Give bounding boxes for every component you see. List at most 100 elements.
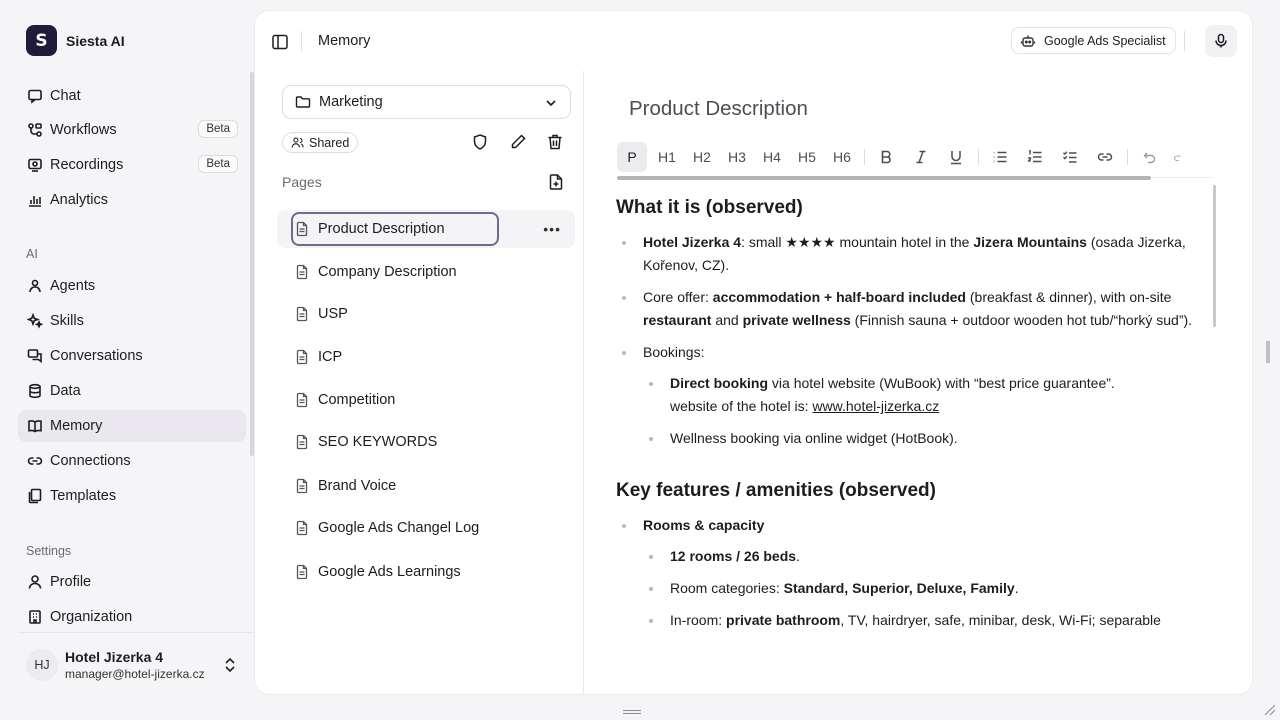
format-h1-button[interactable]: H1 — [652, 142, 682, 172]
sidebar-item-analytics[interactable]: Analytics — [18, 184, 246, 216]
redo-button[interactable] — [1169, 142, 1183, 172]
column-divider — [583, 71, 584, 694]
beta-badge: Beta — [198, 120, 238, 138]
trash-icon[interactable] — [546, 133, 564, 151]
section-heading: Key features / amenities (observed) — [616, 480, 936, 501]
hotel-website-link[interactable]: www.hotel-jizerka.cz — [812, 398, 939, 414]
page-item-google-ads-change-log[interactable]: Google Ads Changel Log — [277, 509, 575, 547]
sidebar-item-data[interactable]: Data — [18, 375, 246, 407]
sidebar-item-profile[interactable]: Profile — [18, 566, 246, 598]
sidebar-item-chat[interactable]: Chat — [18, 80, 246, 112]
templates-icon — [26, 487, 44, 505]
bullet-list-icon — [993, 151, 1007, 162]
numbered-list-button[interactable] — [1020, 142, 1050, 172]
page-item-seo-keywords[interactable]: SEO KEYWORDS — [277, 423, 575, 461]
sidebar-item-agents[interactable]: Agents — [18, 270, 246, 302]
page-item-icp[interactable]: ICP — [277, 338, 575, 376]
sidebar-item-label: Memory — [50, 418, 103, 434]
chat-icon — [26, 87, 44, 105]
italic-icon — [916, 150, 926, 163]
sidebar-item-label: Organization — [50, 609, 133, 625]
page-item-competition[interactable]: Competition — [277, 381, 575, 419]
conversations-icon — [26, 347, 44, 365]
editor-scrollbar[interactable] — [1213, 185, 1216, 327]
page-title: Memory — [318, 33, 371, 49]
underline-button[interactable] — [941, 142, 971, 172]
format-h4-button[interactable]: H4 — [757, 142, 787, 172]
analytics-icon — [26, 191, 44, 209]
list-item: Room categories: Standard, Superior, Del… — [643, 577, 1206, 600]
page-item-company-description[interactable]: Company Description — [277, 253, 575, 291]
editor-content[interactable]: What it is (observed) Hotel Jizerka 4: s… — [616, 195, 1206, 665]
document-icon — [294, 306, 310, 322]
sidebar-item-label: Profile — [50, 574, 92, 590]
toolbar-scrollbar[interactable] — [617, 176, 1151, 180]
shield-icon[interactable] — [471, 133, 489, 151]
document-icon — [294, 434, 310, 450]
page-name: Brand Voice — [318, 478, 397, 494]
link-icon — [1097, 152, 1113, 161]
chevron-down-icon — [546, 100, 556, 107]
page-name: Competition — [318, 392, 396, 408]
user-menu[interactable]: HJ Hotel Jizerka 4 manager@hotel-jizerka… — [18, 632, 254, 696]
bot-icon — [1020, 35, 1036, 47]
sidebar-item-label: Connections — [50, 453, 131, 469]
sidebar-item-label: Data — [50, 383, 81, 399]
sidebar-item-conversations[interactable]: Conversations — [18, 340, 246, 372]
sidebar-section-settings: Settings — [26, 544, 72, 558]
bullet-list-button[interactable] — [985, 142, 1015, 172]
microphone-button[interactable] — [1205, 25, 1237, 57]
agent-selector-button[interactable]: Google Ads Specialist — [1011, 27, 1176, 54]
page-item-brand-voice[interactable]: Brand Voice — [277, 467, 575, 505]
sidebar-item-label: Analytics — [50, 192, 109, 208]
window-resize-corner-icon[interactable] — [1262, 702, 1276, 716]
more-options-icon[interactable]: ••• — [543, 221, 561, 237]
document-title[interactable]: Product Description — [629, 97, 808, 121]
sidebar-toggle-icon[interactable] — [271, 33, 289, 51]
format-h6-button[interactable]: H6 — [827, 142, 857, 172]
brand[interactable]: S Siesta AI — [26, 25, 125, 56]
format-paragraph-button[interactable]: P — [617, 141, 647, 172]
sidebar-item-connections[interactable]: Connections — [18, 445, 246, 477]
sparkles-icon — [26, 312, 44, 330]
sidebar-item-skills[interactable]: Skills — [18, 305, 246, 337]
page-item-product-description[interactable]: Product Description ••• — [277, 210, 575, 248]
sidebar-item-recordings[interactable]: Recordings Beta — [18, 149, 246, 181]
checklist-button[interactable] — [1055, 142, 1085, 172]
page-item-usp[interactable]: USP — [277, 295, 575, 333]
list-item: Rooms & capacity 12 rooms / 26 beds. Roo… — [616, 514, 1206, 632]
redo-icon — [1174, 155, 1181, 161]
sidebar-item-label: Chat — [50, 88, 81, 104]
list-item: Core offer: accommodation + half-board i… — [616, 286, 1206, 332]
undo-button[interactable] — [1134, 142, 1164, 172]
building-icon — [26, 608, 44, 626]
recording-icon — [26, 156, 44, 174]
bottom-resize-handle[interactable] — [622, 709, 642, 715]
italic-button[interactable] — [906, 142, 936, 172]
shared-badge[interactable]: Shared — [282, 132, 359, 153]
sidebar-scrollbar[interactable] — [250, 72, 254, 456]
page-item-google-ads-learnings[interactable]: Google Ads Learnings — [277, 553, 575, 591]
folder-select[interactable]: Marketing — [282, 85, 571, 119]
sidebar-item-workflows[interactable]: Workflows Beta — [18, 114, 246, 146]
bold-button[interactable] — [871, 142, 901, 172]
sidebar-item-memory[interactable]: Memory — [18, 410, 246, 442]
main-panel: Memory Google Ads Specialist Marketing S… — [255, 11, 1252, 694]
avatar: HJ — [26, 649, 58, 681]
panel-resize-handle[interactable] — [1266, 340, 1270, 364]
toolbar-divider — [978, 148, 979, 165]
sidebar-item-templates[interactable]: Templates — [18, 480, 246, 512]
nested-list: 12 rooms / 26 beds. Room categories: Sta… — [643, 545, 1206, 632]
format-h5-button[interactable]: H5 — [792, 142, 822, 172]
pencil-icon[interactable] — [509, 133, 527, 151]
sidebar-item-organization[interactable]: Organization — [18, 601, 246, 633]
undo-icon — [1143, 152, 1156, 163]
users-icon — [291, 137, 304, 148]
add-page-icon[interactable] — [547, 173, 565, 191]
user-email: manager@hotel-jizerka.cz — [65, 667, 205, 681]
format-h2-button[interactable]: H2 — [687, 142, 717, 172]
link-button[interactable] — [1090, 142, 1120, 172]
sidebar-item-label: Workflows — [50, 122, 117, 138]
format-h3-button[interactable]: H3 — [722, 142, 752, 172]
bullet-list: Hotel Jizerka 4: small ★★★★ mountain hot… — [616, 231, 1206, 450]
